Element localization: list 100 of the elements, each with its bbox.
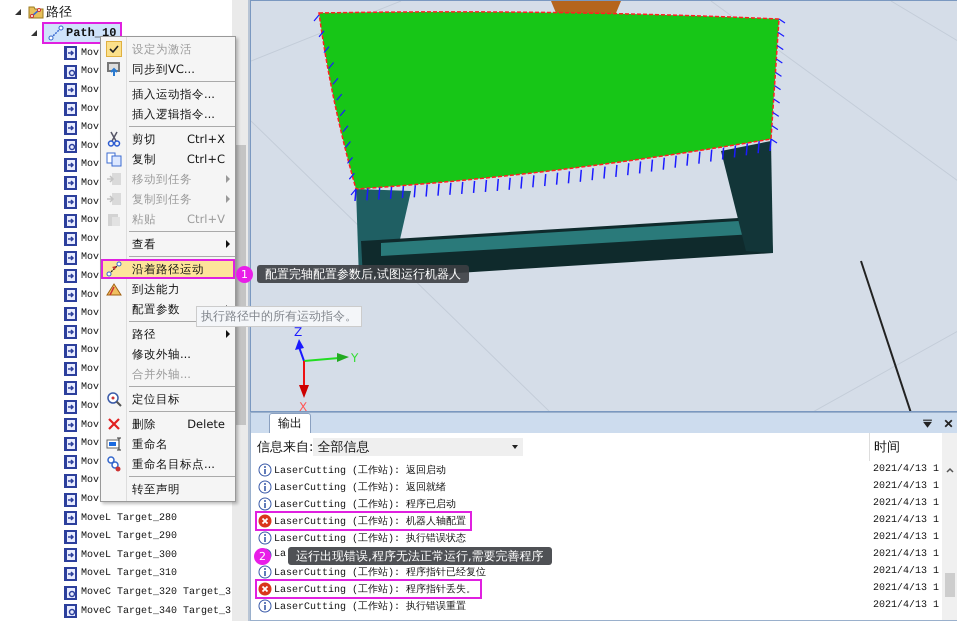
tree-item-label[interactable]: Mov [81,215,100,226]
tree-item-label[interactable]: Mov [81,178,100,189]
linear-move-icon [63,287,79,304]
menu-item[interactable]: 定位目标 [101,389,235,409]
menu-item[interactable]: 重命名目标点... [101,454,235,474]
linear-move-icon [63,398,79,415]
path-icon [48,25,64,41]
selected-tree-item[interactable]: Path_10 [44,24,120,42]
clipboard-icon [106,211,122,227]
error-icon [258,514,272,528]
menu-item[interactable]: 查看 [101,234,235,254]
tree-item-label[interactable]: MoveC Target_340 Target_3 [81,606,232,617]
tree-item-label[interactable]: Mov [81,196,100,208]
document-icon [106,191,122,207]
time-cell-text: 2021/4/13 1 [872,515,940,526]
linear-move-icon [63,194,79,210]
menu-item[interactable]: 沿着路径运动 [101,259,235,279]
info-icon [258,564,272,578]
expander-icon[interactable] [14,8,22,16]
message-entry[interactable]: LaserCutting (工作站): 程序指针丢失。 [257,580,480,596]
folder-icon [28,4,44,20]
filter-label: 信息来自: [257,439,314,456]
tree-item-label[interactable]: Mov [81,140,100,152]
tree-item-label[interactable]: Mov [81,326,100,338]
linear-move-icon [63,101,79,118]
message-entry[interactable]: LaserCutting (工作站): 返回启动 [257,462,450,478]
tree-item-label[interactable]: Mov [81,122,100,134]
tooltip: 执行路径中的所有运动指令。 [196,306,362,327]
linear-move-icon [63,342,79,359]
tree-item-label[interactable]: Mov [81,159,100,170]
tree-item-label[interactable]: Mov [81,364,100,375]
tree-item-label[interactable]: Mov [81,84,100,96]
tree-item-label[interactable]: MoveL Target_310 [81,568,178,580]
tree-item-label[interactable]: Mov [81,420,100,431]
linear-move-icon [63,250,79,266]
rename-icon [106,436,122,452]
tree-item-label[interactable]: Mov [81,456,100,468]
circular-move-icon [63,138,79,154]
tree-item-label[interactable]: Mov [81,308,100,320]
time-cell-text: 2021/4/13 1 [872,549,940,560]
magnifier-icon [106,391,122,407]
menu-item[interactable]: 转至声明 [101,479,235,499]
linear-move-icon [63,436,79,452]
menu-item[interactable]: 复制 Ctrl+C [101,149,235,169]
tree-item-label[interactable]: Mov [81,270,100,282]
tree-item-label[interactable]: Mov [81,290,100,301]
tree-item-label[interactable]: Mov [81,438,100,450]
tree-item-label[interactable]: Mov [81,345,100,356]
message-entry[interactable]: LaserCutting (工作站): 程序已启动 [257,496,460,512]
menu-item[interactable]: 修改外轴... [101,344,235,364]
callout-tooltip: 配置完轴配置参数后,试图运行机器人 [257,265,469,283]
dropdown-arrow-icon[interactable] [922,418,933,429]
time-cell-text: 2021/4/13 1 [872,532,940,543]
scroll-up-icon[interactable] [945,465,955,475]
linear-move-icon [63,417,79,434]
linear-move-icon [63,268,79,284]
time-cell-text: 2021/4/13 1 [872,481,940,492]
tree-item-label[interactable]: 路径 [46,3,72,21]
filter-dropdown[interactable]: 全部信息 [313,438,524,456]
tree-item-label[interactable]: Mov [81,382,100,394]
menu-item[interactable]: 插入运动指令... [101,84,235,104]
tree-item-label[interactable]: Mov [81,104,100,115]
message-entry[interactable]: LaserCutting (工作站): 返回就绪 [257,478,450,494]
menu-item[interactable]: 剪切 Ctrl+X [101,129,235,149]
linear-move-icon [63,510,79,526]
output-tab[interactable]: 输出 [269,413,311,433]
message-entry[interactable]: LaserCutting (工作站): 执行错误状态 [257,530,470,546]
menu-item[interactable]: 删除 Delete [101,414,235,434]
tree-item-label[interactable]: Mov [81,234,100,245]
tree-item-label[interactable]: MoveL Target_280 [81,512,178,524]
message-entry[interactable]: LaserCutting (工作站): 执行错误重置 [257,598,470,614]
message-entry[interactable]: LaserCutting (工作站): 程序指针已经复位 [257,564,490,580]
menu-item[interactable]: 路径 [101,324,235,344]
axis-label: X [299,400,308,411]
caret-icon [511,443,520,451]
close-icon[interactable] [943,418,954,429]
expander-icon[interactable] [30,29,38,37]
menu-item[interactable]: 插入逻辑指令... [101,104,235,124]
axis-label: Y [351,351,358,365]
tree-item-label[interactable]: MoveL Target_290 [81,531,178,542]
tree-item-label[interactable]: MoveC Target_320 Target_3 [81,587,232,598]
axis-label: Z [294,325,302,339]
target-points-icon [106,456,122,472]
menu-item[interactable]: 同步到VC... [101,59,235,79]
circular-move-icon [63,603,79,620]
scrollbar[interactable] [942,433,957,620]
tree-item-label[interactable]: Mov [81,494,100,506]
message-entry[interactable]: LaserCutting (工作站): 机器人轴配置 [257,512,470,528]
tree-item-label[interactable]: Mov [81,66,100,78]
tree-item-label[interactable]: Mov [81,252,100,264]
linear-move-icon [63,528,79,545]
tree-item-label[interactable]: MoveL Target_300 [81,550,178,561]
linear-move-icon [63,566,79,582]
tree-item-label[interactable]: Mov [81,401,100,412]
linear-move-icon [63,361,79,378]
menu-item[interactable]: 重命名 [101,434,235,454]
menu-item[interactable]: 到达能力 [101,279,235,299]
scroll-thumb[interactable] [945,573,955,597]
tree-item-label[interactable]: Mov [81,475,100,486]
tree-item-label[interactable]: Mov [81,48,100,59]
